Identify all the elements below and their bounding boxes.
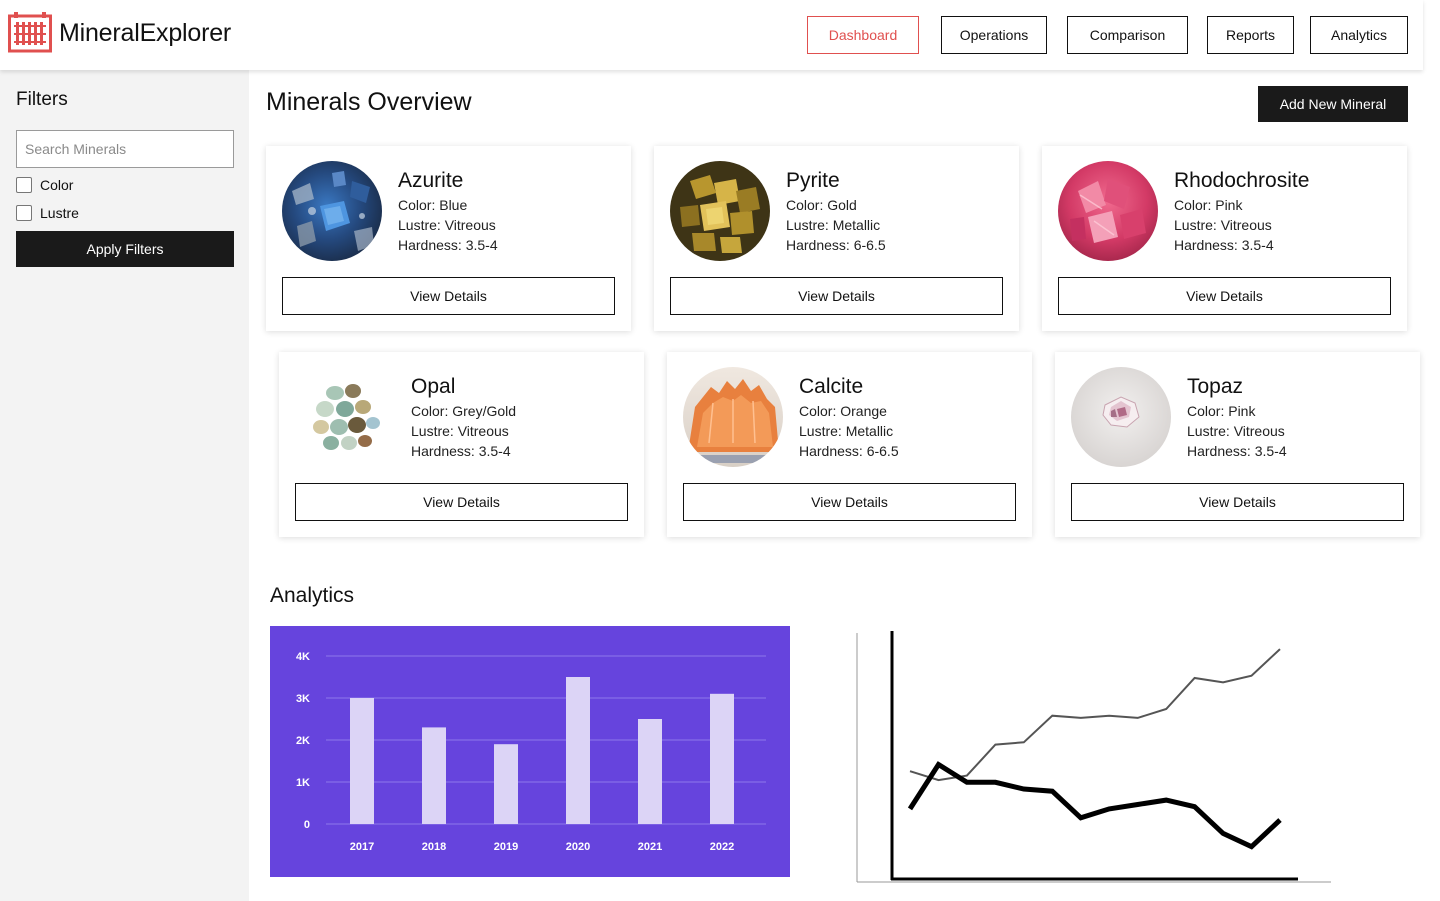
lustre-filter-row[interactable]: Lustre — [16, 205, 79, 221]
view-details-button[interactable]: View Details — [1071, 483, 1404, 521]
apply-filters-button[interactable]: Apply Filters — [16, 231, 234, 267]
view-details-button[interactable]: View Details — [1058, 277, 1391, 315]
app-name[interactable]: MineralExplorer — [59, 19, 231, 48]
x-tick-label: 2019 — [494, 841, 518, 853]
bar-2020[interactable] — [566, 677, 590, 824]
nav-comparison-button[interactable]: Comparison — [1067, 16, 1188, 54]
view-details-button[interactable]: View Details — [295, 483, 628, 521]
bar-2017[interactable] — [350, 698, 374, 824]
mineral-name: Pyrite — [786, 169, 840, 192]
mineral-color: Color: Gold — [786, 197, 857, 213]
color-filter-row[interactable]: Color — [16, 177, 73, 193]
view-details-button[interactable]: View Details — [670, 277, 1003, 315]
mineral-hardness: Hardness: 3.5-4 — [411, 443, 511, 459]
mineral-card-calcite: Calcite Color: Orange Lustre: Metallic H… — [667, 352, 1032, 537]
mineral-color: Color: Pink — [1187, 403, 1256, 419]
mineral-lustre: Lustre: Vitreous — [1187, 423, 1285, 439]
topaz-gem-photo — [1071, 367, 1171, 467]
mineral-hardness: Hardness: 6-6.5 — [799, 443, 899, 459]
mineral-hardness: Hardness: 6-6.5 — [786, 237, 886, 253]
y-tick-label: 1K — [296, 777, 310, 789]
lustre-checkbox-label: Lustre — [40, 205, 79, 221]
bar-2018[interactable] — [422, 727, 446, 824]
x-tick-label: 2017 — [350, 841, 374, 853]
y-tick-label: 4K — [296, 651, 310, 663]
calcite-crystal-photo — [683, 367, 783, 467]
line-series-1 — [909, 648, 1281, 782]
mineral-lustre: Lustre: Metallic — [799, 423, 894, 439]
nav-reports-button[interactable]: Reports — [1207, 16, 1294, 54]
x-tick-label: 2021 — [638, 841, 662, 853]
mineral-name: Calcite — [799, 375, 864, 398]
mineral-color: Color: Grey/Gold — [411, 403, 517, 419]
mineral-color: Color: Orange — [799, 403, 887, 419]
mineral-name: Azurite — [398, 169, 464, 192]
filters-sidebar: Filters Color Lustre Apply Filters — [0, 70, 249, 901]
y-tick-label: 2K — [296, 735, 310, 747]
color-checkbox-label: Color — [40, 177, 74, 193]
bar-2021[interactable] — [638, 719, 662, 824]
mineral-lustre: Lustre: Vitreous — [398, 217, 496, 233]
nav-operations-button[interactable]: Operations — [941, 16, 1047, 54]
mineral-lustre: Lustre: Vitreous — [1174, 217, 1272, 233]
mineral-card-rhodochrosite: Rhodochrosite Color: Pink Lustre: Vitreo… — [1042, 146, 1407, 331]
mineral-name: Rhodochrosite — [1174, 169, 1310, 192]
pyrite-crystal-photo — [670, 161, 770, 261]
y-tick-label: 3K — [296, 693, 310, 705]
x-tick-label: 2018 — [422, 841, 446, 853]
building-grid-icon[interactable] — [8, 11, 52, 53]
nav-dashboard-button[interactable]: Dashboard — [807, 16, 919, 54]
bar-chart-panel: 0 1K 2K 3K 4K 2017 2018 2019 2020 2021 2022 — [270, 626, 790, 877]
mineral-name: Topaz — [1187, 375, 1244, 398]
mineral-hardness: Hardness: 3.5-4 — [398, 237, 498, 253]
mineral-color: Color: Blue — [398, 197, 468, 213]
page-title: Minerals Overview — [266, 88, 472, 116]
mineral-card-topaz: Topaz Color: Pink Lustre: Vitreous Hardn… — [1055, 352, 1420, 537]
nav-analytics-button[interactable]: Analytics — [1310, 16, 1408, 54]
lustre-checkbox[interactable] — [16, 205, 32, 221]
bar-chart: 0 1K 2K 3K 4K 2017 2018 2019 2020 2021 2022 — [296, 651, 766, 853]
mineral-name: Opal — [411, 375, 456, 398]
azurite-crystal-photo — [282, 161, 382, 261]
x-tick-label: 2020 — [566, 841, 590, 853]
mineral-lustre: Lustre: Metallic — [786, 217, 881, 233]
analytics-title: Analytics — [270, 584, 355, 607]
filters-title: Filters — [16, 89, 68, 110]
mineral-lustre: Lustre: Vitreous — [411, 423, 509, 439]
line-chart-panel — [855, 628, 1333, 886]
search-minerals-input[interactable] — [16, 130, 234, 168]
view-details-button[interactable]: View Details — [282, 277, 615, 315]
top-header: MineralExplorer Dashboard Operations Com… — [0, 0, 1423, 70]
bar-2022[interactable] — [710, 693, 734, 824]
opal-stones-photo — [295, 367, 395, 467]
add-new-mineral-button[interactable]: Add New Mineral — [1258, 86, 1408, 122]
mineral-hardness: Hardness: 3.5-4 — [1187, 443, 1287, 459]
mineral-hardness: Hardness: 3.5-4 — [1174, 237, 1274, 253]
mineral-card-azurite: Azurite Color: Blue Lustre: Vitreous Har… — [266, 146, 631, 331]
x-tick-label: 2022 — [710, 841, 734, 853]
rhodochrosite-crystal-photo — [1058, 161, 1158, 261]
bar-2019[interactable] — [494, 744, 518, 824]
mineral-card-opal: Opal Color: Grey/Gold Lustre: Vitreous H… — [279, 352, 644, 537]
mineral-color: Color: Pink — [1174, 197, 1243, 213]
mineral-card-pyrite: Pyrite Color: Gold Lustre: Metallic Hard… — [654, 146, 1019, 331]
color-checkbox[interactable] — [16, 177, 32, 193]
view-details-button[interactable]: View Details — [683, 483, 1016, 521]
line-chart — [856, 631, 1331, 883]
y-tick-label: 0 — [304, 819, 310, 831]
